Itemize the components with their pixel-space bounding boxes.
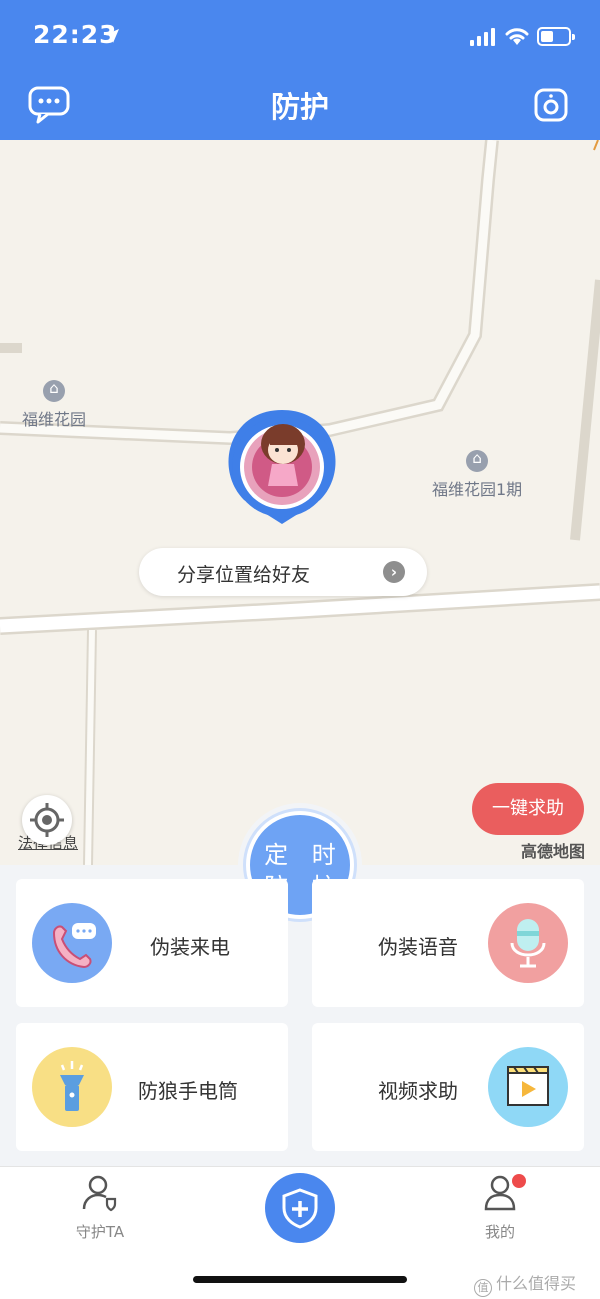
fake-call-card[interactable]: 伪装来电	[16, 879, 288, 1007]
map-provider-logo: 高德地图	[521, 842, 586, 861]
camera-icon	[534, 88, 568, 122]
chevron-right-icon: ›	[383, 561, 405, 583]
location-arrow-icon	[105, 29, 119, 43]
crosshair-icon	[30, 803, 64, 837]
map-roads	[0, 140, 600, 865]
timer-label-line1: 定 时	[264, 841, 344, 869]
poi-label: 福维花园	[22, 410, 87, 429]
cellular-signal-icon	[470, 28, 495, 46]
notification-badge	[512, 1174, 526, 1188]
shield-plus-icon	[282, 1188, 318, 1229]
watermark-text: 什么值得买	[496, 1274, 577, 1293]
tab-protection-center[interactable]	[265, 1173, 335, 1243]
tab-guard-label: 守护TA	[75, 1223, 125, 1241]
residential-icon	[43, 379, 65, 402]
camera-button[interactable]	[534, 88, 568, 122]
tab-guard[interactable]: 守护TA	[50, 1173, 150, 1242]
tab-mine[interactable]: 我的	[450, 1173, 550, 1242]
phone-call-icon	[32, 903, 112, 983]
flashlight-card[interactable]: 防狼手电筒	[16, 1023, 288, 1151]
share-location-label: 分享位置给好友	[177, 564, 311, 586]
share-location-button[interactable]: 分享位置给好友 ›	[139, 548, 427, 596]
page-title: 防护	[270, 90, 329, 124]
map-view[interactable]: 福维花园 福维花园1期 分享位置给好友 › 法律信息 一键求助 高德地图	[0, 140, 600, 865]
video-clapper-icon	[488, 1047, 568, 1127]
header: 22:23 防护	[0, 0, 600, 140]
microphone-icon	[488, 903, 568, 983]
watermark-logo-icon: 值	[474, 1279, 492, 1297]
video-help-label: 视频求助	[378, 1079, 458, 1103]
guard-person-icon	[82, 1175, 117, 1212]
poi-fuwei-garden-phase1[interactable]: 福维花园1期	[432, 449, 523, 500]
fake-voice-label: 伪装语音	[378, 935, 458, 959]
protection-screen: 22:23 防护 ⌂ 福维花园 ⌂ 福维花园1期 分享位置给好友 › 一键求助 …	[0, 0, 600, 1299]
flashlight-icon	[32, 1047, 112, 1127]
home-indicator[interactable]	[193, 1276, 407, 1283]
fake-call-label: 伪装来电	[150, 935, 230, 959]
locate-me-button[interactable]	[22, 795, 72, 845]
poi-fuwei-garden[interactable]: 福维花园	[22, 379, 87, 430]
wifi-icon	[505, 28, 529, 45]
battery-icon	[537, 27, 575, 46]
battery-level	[541, 31, 553, 42]
sos-button[interactable]: 一键求助	[472, 783, 584, 835]
video-help-card[interactable]: 视频求助	[312, 1023, 584, 1151]
flashlight-label: 防狼手电筒	[138, 1079, 238, 1103]
tab-mine-label: 我的	[484, 1223, 515, 1241]
fake-voice-card[interactable]: 伪装语音	[312, 879, 584, 1007]
watermark: 值什么值得买	[474, 1270, 576, 1297]
residential-icon	[466, 449, 489, 472]
poi-label: 福维花园1期	[432, 480, 523, 499]
